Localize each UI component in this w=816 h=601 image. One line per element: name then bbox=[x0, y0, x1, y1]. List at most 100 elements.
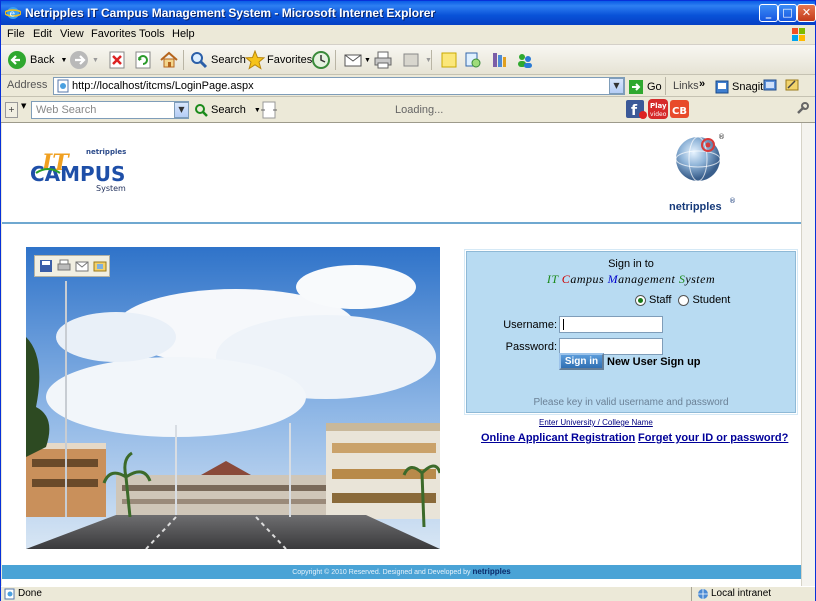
mail-button[interactable]: ▼ bbox=[343, 49, 371, 71]
play-video-icon[interactable]: Playvideo bbox=[647, 98, 669, 120]
toolbar-separator bbox=[335, 50, 336, 70]
back-button[interactable]: Back ▼ bbox=[7, 49, 67, 71]
footer-copyright: Copyright © 2010 Reserved. Designed and … bbox=[292, 569, 473, 576]
mail-dropdown-icon[interactable]: ▼ bbox=[364, 57, 371, 64]
search-toolbar: + ▼ Web Search ▼ Search ▼ Loading... f P… bbox=[1, 97, 815, 123]
new-user-signup-link[interactable]: New User Sign up bbox=[607, 356, 701, 368]
tools-button[interactable] bbox=[489, 49, 509, 71]
svg-text:Play: Play bbox=[650, 102, 667, 110]
contacts-button[interactable] bbox=[515, 49, 535, 71]
back-dropdown-icon[interactable]: ▼ bbox=[60, 57, 67, 64]
loading-text: Loading... bbox=[395, 104, 444, 116]
edit-page-icon bbox=[403, 53, 419, 67]
enter-university-link[interactable]: Enter University / College Name bbox=[539, 418, 653, 427]
cb-icon[interactable]: CB bbox=[669, 99, 691, 119]
logo-system: System bbox=[96, 184, 126, 193]
edit-button[interactable]: ▼ bbox=[401, 49, 432, 71]
menu-tools[interactable]: Tools bbox=[139, 28, 165, 40]
username-label: Username: bbox=[503, 319, 557, 331]
print-image-icon[interactable] bbox=[57, 259, 71, 273]
address-dropdown-icon[interactable]: ▼ bbox=[609, 78, 624, 94]
links-more-icon[interactable]: » bbox=[699, 73, 705, 95]
snagit-button[interactable]: Snagit bbox=[715, 76, 763, 98]
favorites-label: Favorites bbox=[267, 54, 313, 66]
stop-icon bbox=[109, 51, 125, 69]
campus-photo bbox=[26, 247, 440, 549]
web-search-dropdown-icon[interactable]: ▼ bbox=[174, 102, 189, 118]
menu-favorites[interactable]: Favorites bbox=[91, 28, 136, 40]
toolbar-separator bbox=[431, 50, 432, 70]
title-part: M bbox=[607, 272, 619, 286]
snagit-capture-icon[interactable] bbox=[763, 78, 777, 92]
links-label[interactable]: Links bbox=[673, 75, 699, 97]
forward-button[interactable]: ▼ bbox=[69, 49, 99, 71]
signin-button[interactable]: Sign in bbox=[559, 353, 604, 370]
forward-dropdown-icon[interactable]: ▼ bbox=[92, 57, 99, 64]
save-image-icon[interactable] bbox=[39, 259, 53, 273]
toolbar-separator bbox=[183, 50, 184, 70]
messenger-button[interactable] bbox=[463, 49, 483, 71]
favorites-button[interactable]: Favorites bbox=[245, 49, 312, 71]
web-search-button[interactable]: Search ▼ bbox=[194, 99, 261, 121]
tools-icon bbox=[493, 53, 506, 67]
campus-photo-image bbox=[26, 247, 440, 549]
logo-netripples-reg: ® bbox=[729, 197, 736, 205]
forward-arrow-icon bbox=[70, 51, 88, 69]
menu-view[interactable]: View bbox=[60, 28, 84, 40]
web-search-input[interactable]: Web Search bbox=[31, 101, 189, 119]
snagit-edit-icon[interactable] bbox=[785, 78, 799, 92]
online-registration-link[interactable]: Online Applicant Registration bbox=[481, 432, 635, 444]
open-pictures-icon[interactable] bbox=[93, 259, 107, 273]
status-bar: Done Local intranet bbox=[1, 586, 815, 601]
image-toolbar bbox=[34, 255, 110, 277]
title-part: anagement bbox=[618, 272, 679, 286]
back-arrow-icon bbox=[8, 51, 26, 69]
forgot-password-link[interactable]: Forget your ID or password? bbox=[638, 432, 788, 444]
svg-text:CB: CB bbox=[672, 106, 687, 117]
vertical-scrollbar[interactable] bbox=[801, 123, 815, 586]
close-button[interactable]: ✕ bbox=[797, 4, 816, 22]
search-icon bbox=[191, 52, 208, 69]
student-radio[interactable] bbox=[678, 294, 690, 306]
print-button[interactable] bbox=[373, 49, 393, 71]
wrench-icon[interactable] bbox=[795, 102, 809, 116]
window-title: Netripples IT Campus Management System -… bbox=[25, 6, 436, 20]
highlight-icon[interactable] bbox=[259, 100, 279, 120]
staff-radio[interactable] bbox=[635, 294, 646, 306]
address-separator bbox=[665, 77, 666, 95]
refresh-button[interactable] bbox=[133, 49, 153, 71]
toolbar-options-icon[interactable]: + bbox=[5, 102, 18, 118]
history-button[interactable] bbox=[311, 49, 331, 71]
intranet-zone-icon bbox=[698, 589, 708, 599]
research-icon bbox=[465, 52, 481, 68]
role-selector: Staff Student bbox=[635, 294, 730, 306]
menu-file[interactable]: File bbox=[7, 28, 25, 40]
search-button[interactable]: Search bbox=[189, 49, 246, 71]
page-content: netripples IT CAMPUS System ® netripples… bbox=[2, 123, 801, 586]
signin-heading: Sign in to bbox=[608, 258, 654, 270]
title-part: IT bbox=[546, 272, 559, 286]
signin-panel: Sign in to IT Campus Management System S… bbox=[464, 249, 798, 415]
minimize-button[interactable]: _ bbox=[759, 4, 778, 22]
go-button[interactable]: Go bbox=[628, 76, 662, 98]
email-image-icon[interactable] bbox=[75, 259, 89, 273]
address-input[interactable]: http://localhost/itcms/LoginPage.aspx bbox=[53, 77, 625, 95]
stop-button[interactable] bbox=[107, 49, 127, 71]
toolbar-options-dropdown-icon[interactable]: ▼ bbox=[21, 102, 26, 110]
menu-edit[interactable]: Edit bbox=[33, 28, 52, 40]
netripples-logo: ® netripples ® bbox=[666, 127, 746, 219]
notes-button[interactable] bbox=[439, 49, 459, 71]
text-cursor bbox=[563, 319, 564, 330]
maximize-button[interactable]: □ bbox=[778, 4, 797, 22]
page-icon bbox=[57, 79, 69, 93]
menu-help[interactable]: Help bbox=[172, 28, 195, 40]
status-separator bbox=[691, 587, 692, 601]
facebook-icon[interactable]: f bbox=[625, 99, 647, 119]
address-url: http://localhost/itcms/LoginPage.aspx bbox=[72, 80, 254, 92]
title-part: ystem bbox=[685, 272, 716, 286]
home-button[interactable] bbox=[159, 49, 179, 71]
address-label: Address bbox=[7, 79, 48, 91]
logo-brand-small: netripples bbox=[86, 148, 126, 156]
username-input[interactable] bbox=[559, 316, 663, 333]
snagit-label: Snagit bbox=[732, 81, 764, 93]
